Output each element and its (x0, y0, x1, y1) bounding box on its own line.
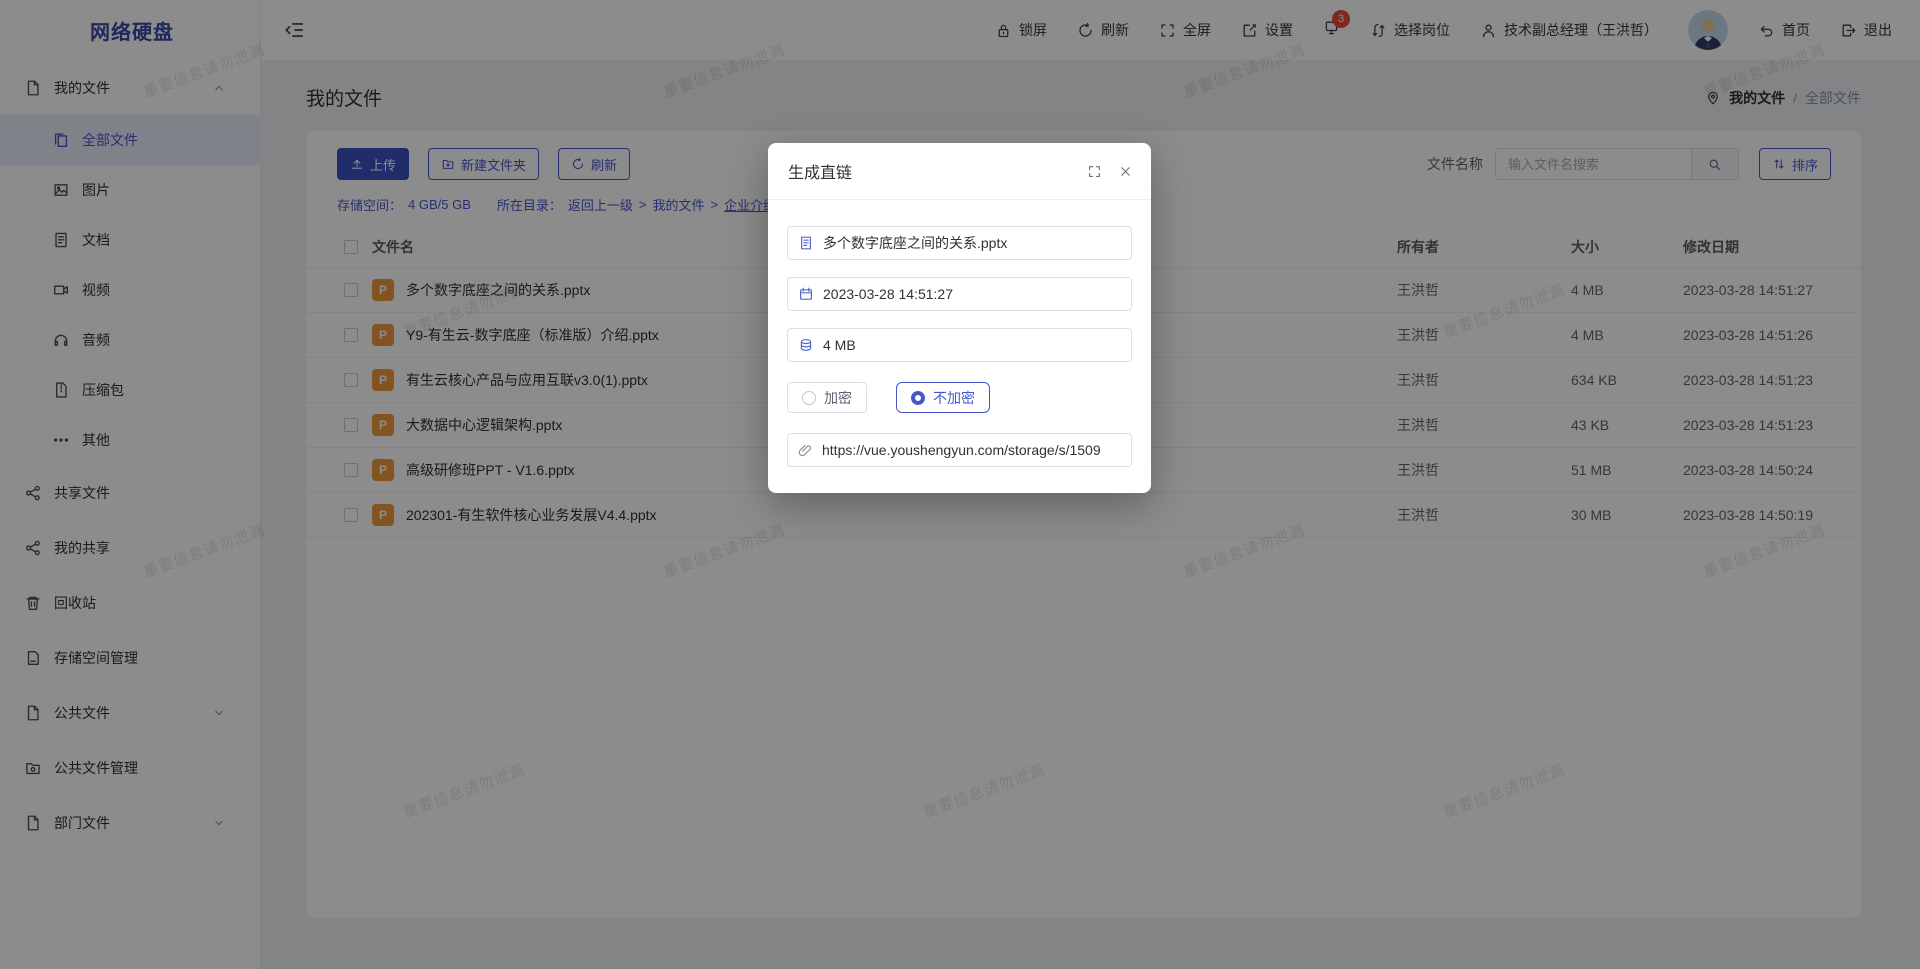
direct-link-input[interactable] (822, 442, 1121, 458)
file-size-input[interactable] (823, 337, 1121, 353)
calendar-icon (798, 286, 814, 302)
file-icon (798, 235, 814, 251)
file-name-input[interactable] (823, 235, 1121, 251)
maximize-dialog-icon[interactable] (1087, 164, 1102, 179)
radio-selected-icon (911, 391, 925, 405)
generate-link-dialog: 生成直链 加密 不加密 (768, 143, 1151, 493)
file-date-input[interactable] (823, 286, 1121, 302)
paperclip-icon (798, 443, 813, 458)
file-size-field (787, 328, 1132, 362)
file-name-field (787, 226, 1132, 260)
storage-size-icon (798, 337, 814, 353)
encrypt-radio[interactable]: 加密 (787, 382, 867, 413)
radio-unselected-icon (802, 391, 816, 405)
direct-link-field (787, 433, 1132, 467)
no-encrypt-radio[interactable]: 不加密 (896, 382, 990, 413)
dialog-title: 生成直链 (788, 159, 852, 183)
close-dialog-icon[interactable] (1118, 164, 1133, 179)
file-date-field (787, 277, 1132, 311)
